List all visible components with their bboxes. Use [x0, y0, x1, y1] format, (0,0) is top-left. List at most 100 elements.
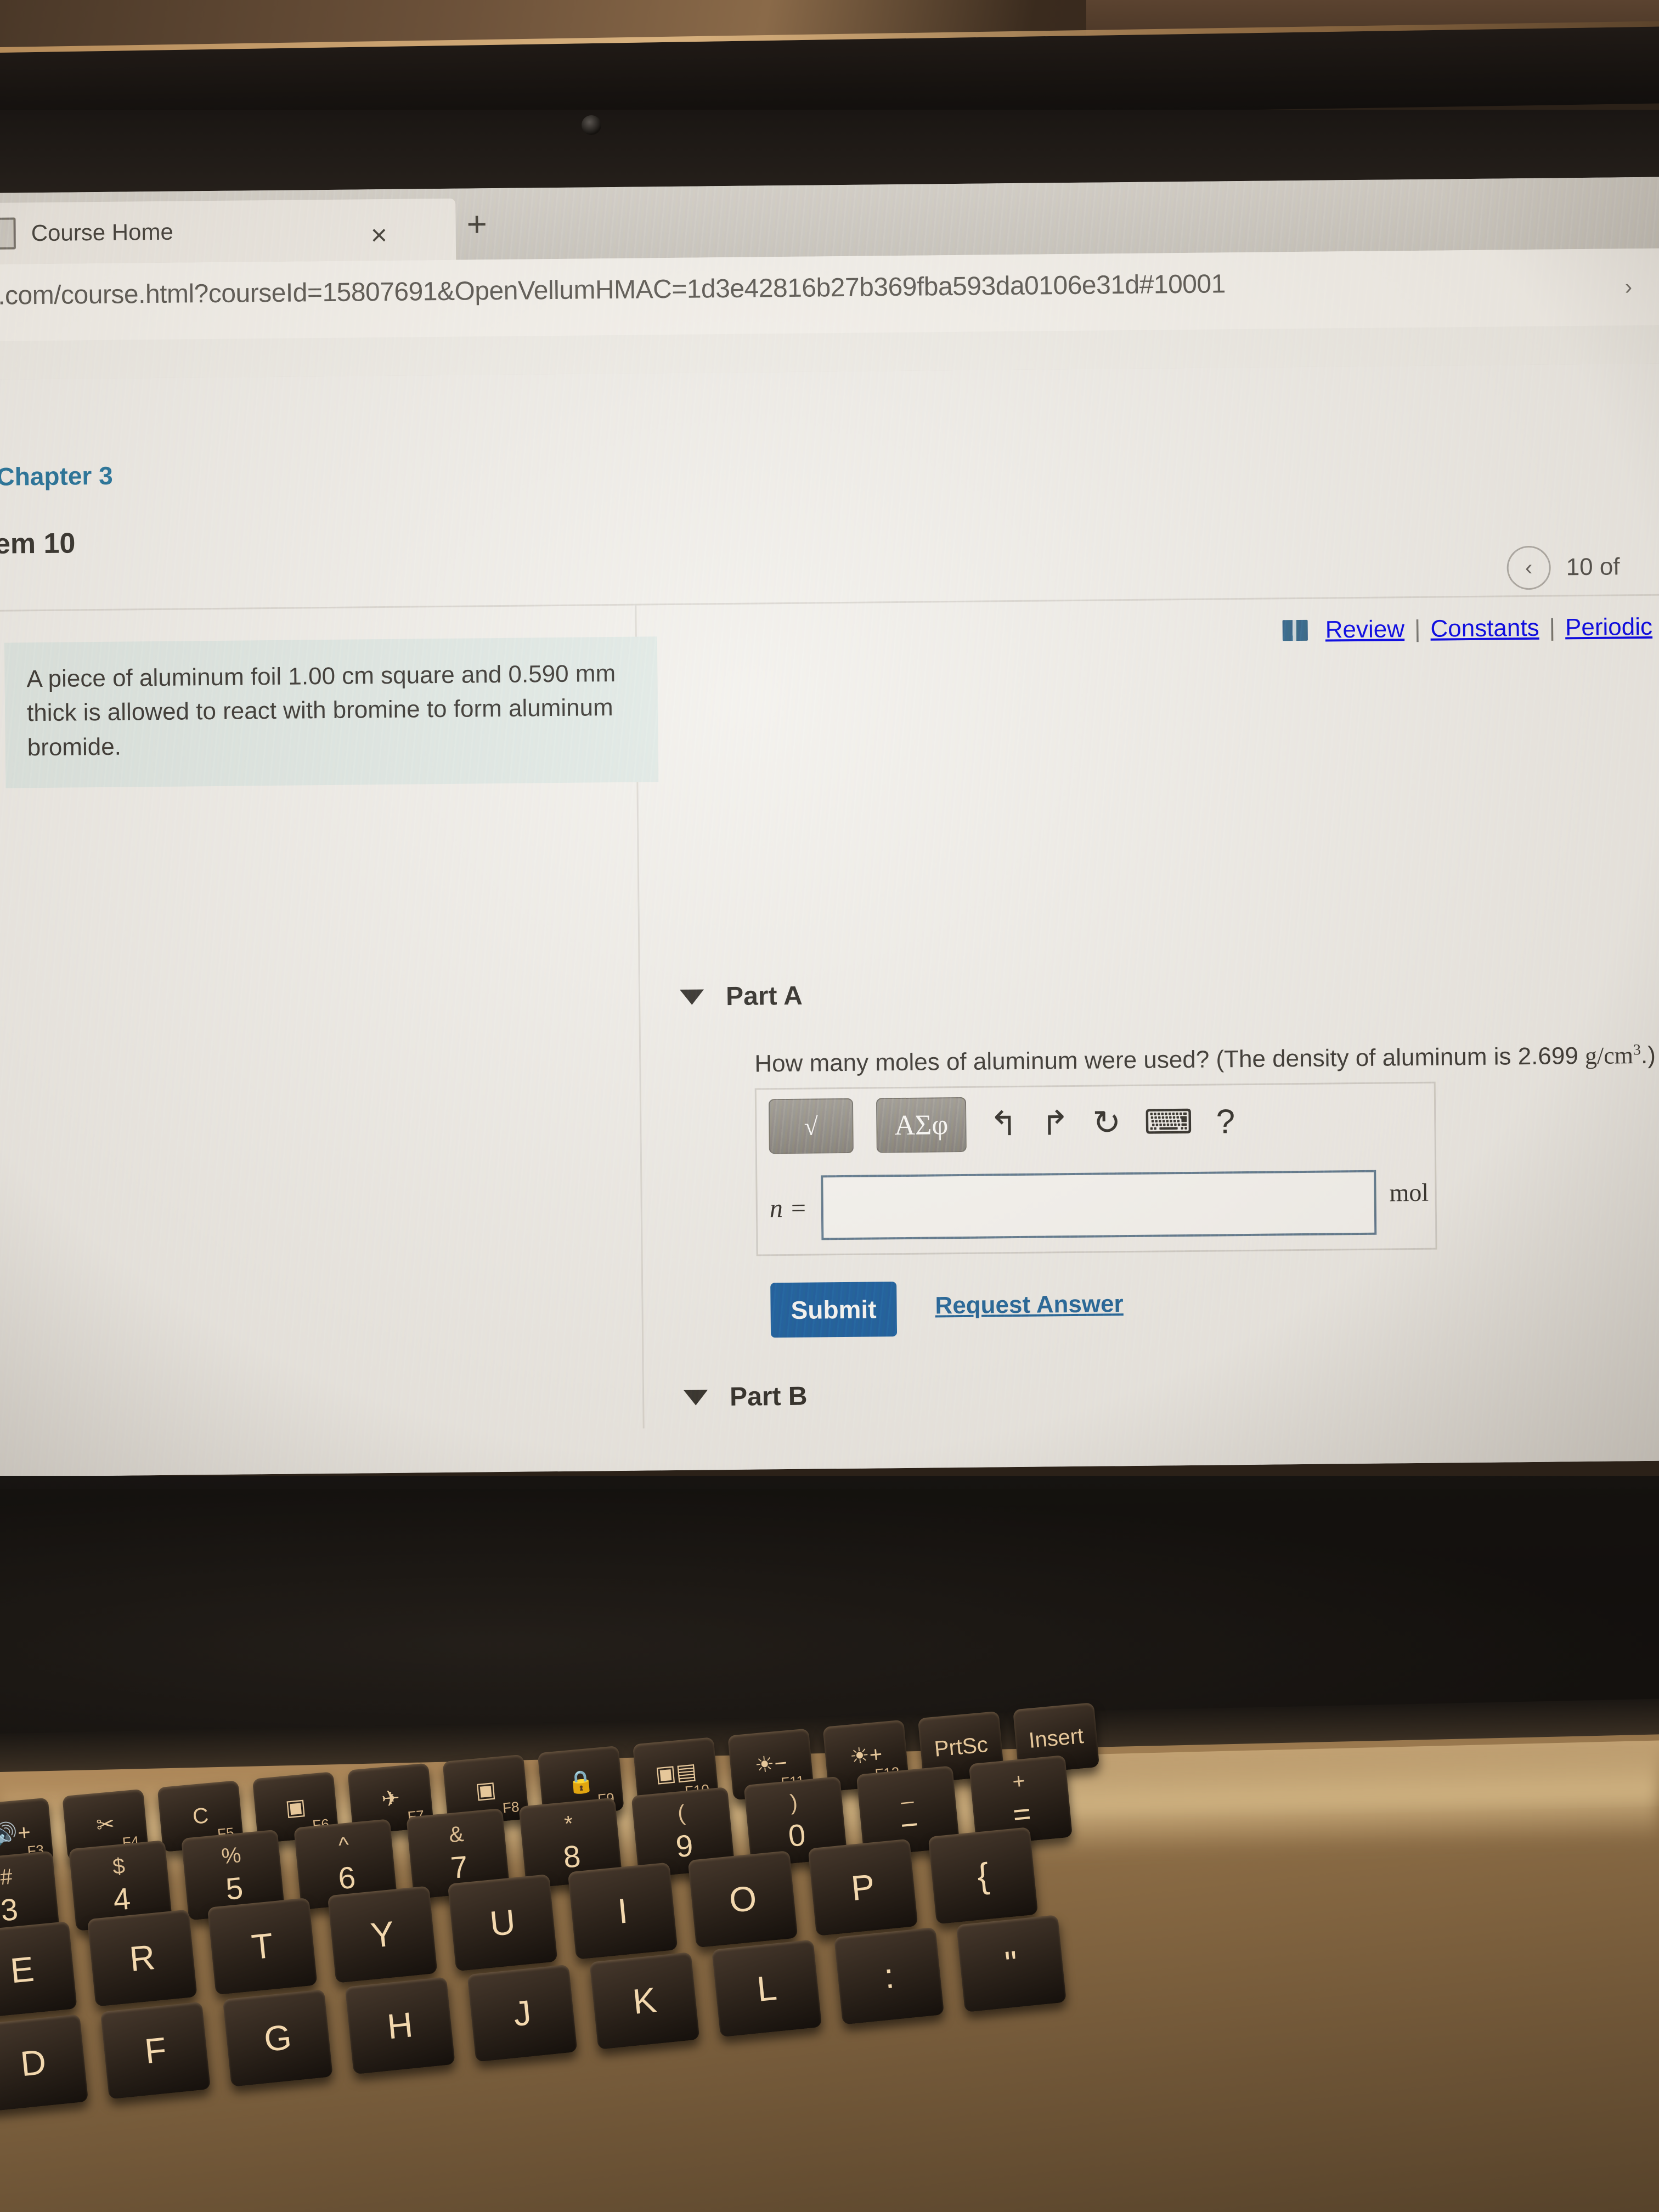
key-o[interactable]: O [687, 1850, 798, 1948]
key-glyph: C [191, 1803, 210, 1829]
key-p[interactable]: P [808, 1838, 918, 1936]
key-glyph: 8 [561, 1838, 582, 1875]
request-answer-link[interactable]: Request Answer [935, 1290, 1124, 1319]
periodic-table-link[interactable]: Periodic [1565, 613, 1652, 642]
resource-links: Review | Constants | Periodic [1282, 613, 1653, 644]
key-glyph: K [631, 1980, 658, 2022]
greek-icon: ΑΣφ [894, 1109, 949, 1141]
item-counter: 10 of [1566, 553, 1620, 581]
key-glyph: R [127, 1937, 157, 1979]
key-glyph: 7 [449, 1849, 470, 1886]
part-b-header[interactable]: Part B [683, 1381, 808, 1413]
key-shift-glyph: % [220, 1843, 242, 1869]
overflow-chevron-icon[interactable]: › [1625, 275, 1633, 300]
close-icon[interactable]: × [370, 219, 387, 252]
key-d[interactable]: D [0, 2014, 89, 2112]
key-shift-glyph: _ [899, 1779, 914, 1805]
part-a-prompt: How many moles of aluminum were used? (T… [754, 1041, 1656, 1078]
browser-tab-title: Course Home [31, 218, 174, 246]
browser-tab[interactable]: Course Home × [0, 198, 456, 265]
part-b-label: Part B [729, 1381, 808, 1412]
math-template-button[interactable]: √ [768, 1098, 854, 1154]
key-glyph: { [975, 1855, 991, 1896]
laptop-screen: Course Home × + ge.com/course.html?cours… [0, 177, 1659, 1477]
page-icon [0, 217, 16, 250]
item-navigation: ‹ 10 of [1506, 545, 1620, 590]
link-separator: | [1549, 614, 1556, 641]
keyboard-icon[interactable]: ⌨ [1144, 1103, 1193, 1142]
prompt-exponent: 3 [1633, 1041, 1641, 1059]
constants-link[interactable]: Constants [1430, 614, 1539, 643]
key-f[interactable]: F [100, 2001, 211, 2100]
key-glyph: J [511, 1993, 533, 2034]
key-glyph: F [143, 2029, 168, 2072]
key-shift-glyph: & [448, 1821, 465, 1848]
variable-label: n = [769, 1193, 808, 1223]
key-glyph: 0 [787, 1817, 808, 1853]
key-glyph: 5 [224, 1870, 245, 1906]
answer-row: n = [769, 1170, 1377, 1241]
key-{[interactable]: { [928, 1827, 1039, 1925]
question-stem-box: A piece of aluminum foil 1.00 cm square … [4, 636, 659, 789]
key-glyph: Insert [1028, 1723, 1085, 1753]
key-shift-glyph: ) [789, 1790, 799, 1815]
review-link[interactable]: Review [1325, 616, 1405, 644]
key-glyph: G [262, 2017, 294, 2059]
key-glyph: ▣ [474, 1777, 498, 1803]
greek-symbols-button[interactable]: ΑΣφ [876, 1097, 967, 1153]
key-l[interactable]: L [712, 1939, 822, 2038]
key-glyph: P [849, 1866, 877, 1909]
caret-down-icon[interactable] [683, 1389, 708, 1406]
part-a-label: Part A [725, 981, 803, 1012]
key-"[interactable]: " [956, 1915, 1067, 2013]
key-g[interactable]: G [222, 1989, 333, 2087]
key-glyph: 🔒 [566, 1768, 596, 1796]
breadcrumb-label: Chapter 3 [0, 461, 113, 491]
key-u[interactable]: U [447, 1874, 558, 1972]
webcam-icon [582, 115, 601, 135]
chevron-left-icon: ‹ [1525, 555, 1533, 580]
new-tab-button[interactable]: + [466, 204, 487, 244]
book-icon [1282, 619, 1308, 641]
key-glyph: : [882, 1956, 896, 1996]
key-glyph: 4 [111, 1881, 132, 1917]
submit-button[interactable]: Submit [770, 1282, 898, 1338]
redo-icon[interactable]: ↱ [1041, 1104, 1070, 1142]
key-y[interactable]: Y [327, 1886, 438, 1983]
previous-item-button[interactable]: ‹ [1506, 545, 1551, 590]
key-shift-glyph: ( [676, 1801, 686, 1826]
answer-unit-label: mol [1389, 1178, 1429, 1207]
key-glyph: 9 [674, 1827, 695, 1864]
answer-input[interactable] [821, 1170, 1377, 1240]
key-glyph: H [385, 2005, 415, 2047]
key-j[interactable]: J [467, 1964, 578, 2062]
key-t[interactable]: T [207, 1897, 318, 1995]
key-k[interactable]: K [589, 1952, 700, 2050]
link-separator: | [1414, 615, 1421, 643]
key-i[interactable]: I [567, 1862, 678, 1960]
breadcrumb[interactable]: ❮Chapter 3 [0, 461, 113, 492]
undo-icon[interactable]: ↰ [989, 1105, 1018, 1143]
reset-icon[interactable]: ↻ [1092, 1104, 1121, 1142]
key-h[interactable]: H [345, 1977, 455, 2075]
key-:[interactable]: : [833, 1927, 945, 2025]
question-stem-text: A piece of aluminum foil 1.00 cm square … [26, 659, 616, 761]
key-glyph: L [755, 1967, 779, 2009]
prompt-text-after: .) [1640, 1041, 1656, 1069]
key-shift-glyph: ^ [337, 1832, 351, 1858]
help-icon[interactable]: ? [1216, 1103, 1235, 1141]
prompt-unit: g/cm [1584, 1042, 1634, 1070]
key-glyph: ✂ [95, 1812, 116, 1838]
key-glyph: ✈ [380, 1786, 401, 1812]
part-a-header[interactable]: Part A [679, 981, 803, 1012]
key-glyph: U [488, 1901, 517, 1944]
key-e[interactable]: E [0, 1921, 77, 2019]
key-glyph: " [1003, 1943, 1020, 1984]
key-glyph: T [250, 1925, 275, 1967]
page-content: ❮Chapter 3 Item 10 ‹ 10 of A piece of al… [0, 363, 1659, 1477]
caret-down-icon[interactable] [679, 989, 704, 1005]
key-r[interactable]: R [87, 1909, 198, 2007]
key-glyph: I [616, 1891, 630, 1931]
key-glyph: 6 [336, 1859, 357, 1896]
key-glyph: 3 [0, 1891, 20, 1928]
